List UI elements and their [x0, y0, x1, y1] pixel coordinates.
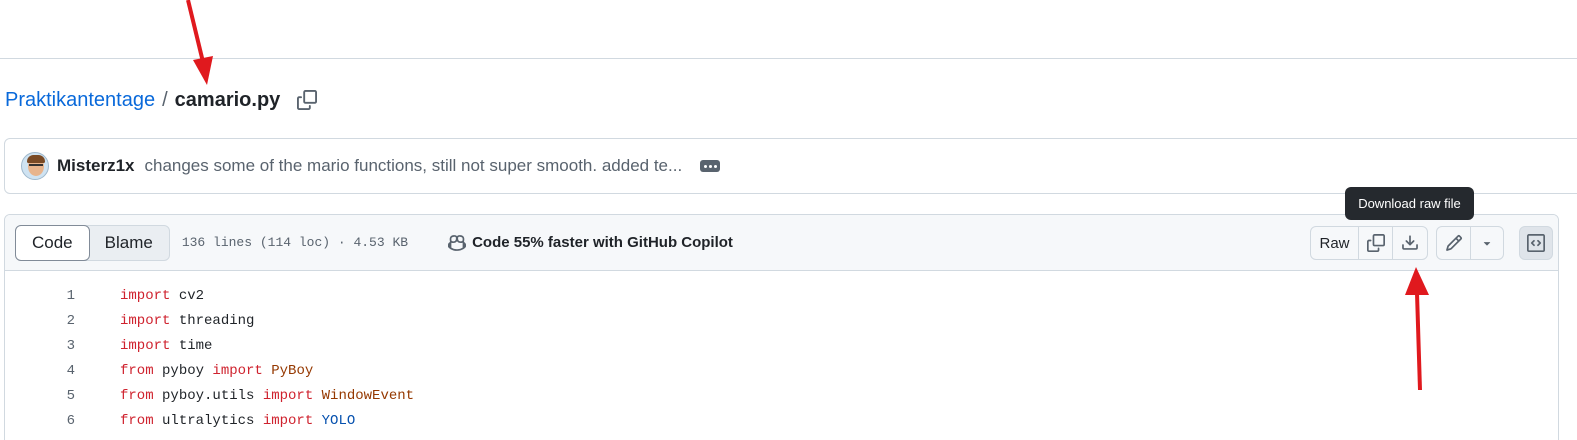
code-line-content: import cv2	[120, 288, 204, 304]
copy-path-button[interactable]	[296, 89, 318, 111]
code-token: time	[170, 337, 213, 354]
code-token: import	[120, 287, 171, 304]
symbols-panel-button[interactable]	[1519, 226, 1553, 260]
code-token: from	[120, 387, 154, 404]
file-stats: 136 lines (114 loc) · 4.53 KB	[181, 235, 409, 250]
line-number[interactable]: 5	[5, 388, 75, 404]
tab-code[interactable]: Code	[15, 224, 90, 261]
code-line: 1 import cv2	[5, 283, 1558, 308]
file-header: Code Blame 136 lines (114 loc) · 4.53 KB…	[5, 215, 1558, 271]
code-line-content: import time	[120, 338, 212, 354]
copilot-icon	[448, 234, 467, 251]
commit-message-link[interactable]: changes some of the mario functions, sti…	[144, 156, 682, 176]
breadcrumb-separator: /	[162, 88, 168, 111]
code-token: from	[120, 362, 154, 379]
author-avatar[interactable]	[21, 152, 49, 180]
code-line-content: from pyboy import PyBoy	[120, 363, 313, 379]
code-line: 6 from ultralytics import YOLO	[5, 408, 1558, 433]
view-mode-toggle: Code Blame	[15, 224, 170, 261]
breadcrumb-file-name: camario.py	[174, 88, 281, 111]
code-line-content: from ultralytics import YOLO	[120, 413, 355, 429]
code-token: WindowEvent	[313, 387, 415, 404]
code-token: PyBoy	[262, 362, 314, 379]
code-line-content: from pyboy.utils import WindowEvent	[120, 388, 414, 404]
code-token: pyboy	[153, 362, 213, 379]
line-number[interactable]: 1	[5, 288, 75, 304]
copilot-promo-label: Code 55% faster with GitHub Copilot	[472, 234, 733, 251]
copy-icon	[1366, 234, 1385, 252]
code-line: 4 from pyboy import PyBoy	[5, 358, 1558, 383]
code-token: cv2	[170, 287, 205, 304]
copilot-promo-link[interactable]: Code 55% faster with GitHub Copilot	[448, 234, 733, 252]
code-token: threading	[170, 312, 255, 329]
line-number[interactable]: 2	[5, 313, 75, 329]
code-token: import	[120, 337, 171, 354]
code-line: 3 import time	[5, 333, 1558, 358]
edit-file-button[interactable]	[1437, 227, 1471, 259]
edit-actions-group	[1436, 226, 1504, 260]
code-line: 5 from pyboy.utils import WindowEvent	[5, 383, 1558, 408]
pencil-icon	[1445, 235, 1462, 251]
header-divider	[0, 58, 1577, 59]
code-token: import	[262, 387, 314, 404]
code-token: import	[212, 362, 263, 379]
line-number[interactable]: 4	[5, 363, 75, 379]
breadcrumb-repo-link[interactable]: Praktikantentage	[5, 89, 155, 112]
download-raw-button[interactable]	[1393, 227, 1427, 259]
annotation-arrow-filename	[186, 0, 213, 85]
kebab-horizontal-icon[interactable]	[700, 160, 721, 172]
code-token: pyboy.utils	[153, 387, 263, 404]
line-number[interactable]: 3	[5, 338, 75, 354]
line-number[interactable]: 6	[5, 413, 75, 429]
breadcrumb: Praktikantentage / camario.py	[5, 86, 318, 114]
code-view: 1 import cv2 2 import threading 3 import time…	[5, 271, 1558, 433]
download-icon	[1402, 235, 1418, 250]
code-token: from	[120, 412, 154, 429]
code-token: import	[262, 412, 314, 429]
code-token: ultralytics	[153, 412, 263, 429]
file-actions-group: Raw	[1310, 226, 1428, 260]
code-line-content: import threading	[120, 313, 254, 329]
code-square-icon	[1527, 234, 1545, 252]
copy-icon	[297, 90, 318, 110]
code-token: import	[120, 312, 171, 329]
copy-raw-button[interactable]	[1359, 227, 1393, 259]
file-viewer: Code Blame 136 lines (114 loc) · 4.53 KB…	[4, 214, 1559, 440]
code-line: 2 import threading	[5, 308, 1558, 333]
raw-button[interactable]: Raw	[1311, 227, 1359, 259]
latest-commit-bar: Misterz1x changes some of the mario func…	[4, 138, 1577, 194]
download-tooltip: Download raw file	[1345, 187, 1474, 220]
tab-blame[interactable]: Blame	[89, 226, 169, 260]
triangle-down-icon	[1483, 242, 1491, 246]
commit-author-link[interactable]: Misterz1x	[57, 156, 134, 176]
edit-options-dropdown[interactable]	[1471, 227, 1503, 259]
code-token: YOLO	[313, 412, 356, 429]
